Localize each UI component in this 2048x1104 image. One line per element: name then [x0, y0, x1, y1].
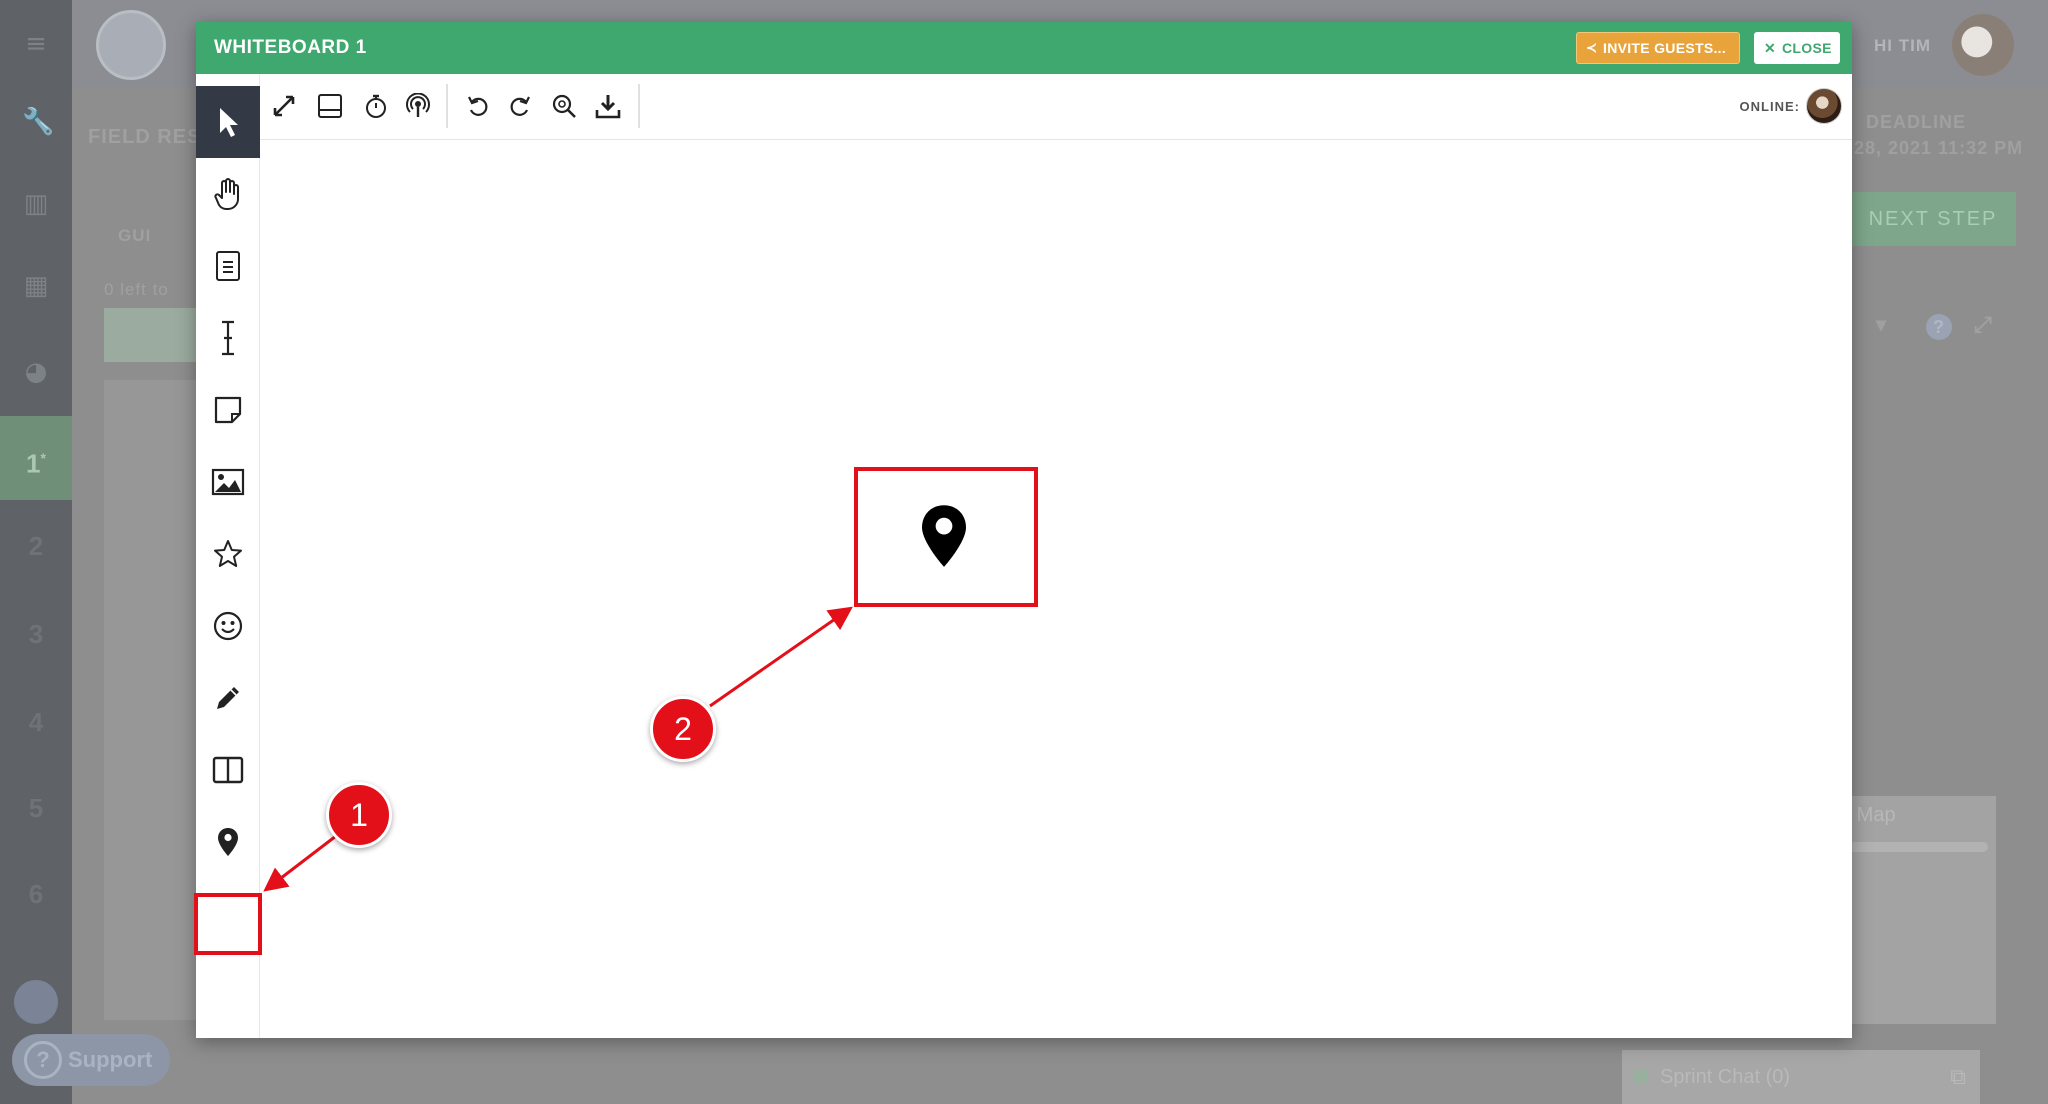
online-user-avatar[interactable]: [1806, 88, 1842, 124]
palette-icon[interactable]: ◕: [22, 358, 50, 386]
redo-icon[interactable]: [502, 88, 538, 124]
deadline-value: 28, 2021 11:32 PM: [1854, 138, 2024, 158]
step-4[interactable]: 4: [0, 680, 72, 764]
close-icon: ✕: [1764, 40, 1777, 56]
step-1[interactable]: 1*: [0, 416, 72, 500]
zoom-fit-icon[interactable]: [546, 88, 582, 124]
document-tool[interactable]: [196, 230, 260, 302]
tab-guide[interactable]: GUI: [118, 226, 151, 246]
undo-icon[interactable]: [460, 88, 496, 124]
image-icon: [211, 468, 245, 496]
panel-icon[interactable]: [312, 88, 348, 124]
support-button[interactable]: ? Support: [12, 1034, 170, 1086]
smiley-icon: [213, 611, 243, 641]
location-pin-tool[interactable]: [196, 806, 260, 878]
modal-header: WHITEBOARD 1 ≺ INVITE GUESTS... ✕ CLOSE: [196, 22, 1852, 74]
step-badge-1: 1: [326, 782, 392, 848]
map-card: e Map: [1830, 796, 1996, 1024]
sticky-note-tool[interactable]: [196, 374, 260, 446]
next-step-button[interactable]: NEXT STEP: [1850, 192, 2016, 246]
sticky-note-icon: [214, 396, 242, 424]
expand-icon[interactable]: ⤢: [1974, 312, 1993, 338]
app-logo[interactable]: [96, 10, 166, 80]
modal-title: WHITEBOARD 1: [214, 37, 367, 58]
board-icon[interactable]: ▦: [22, 272, 50, 300]
invite-guests-button[interactable]: ≺ INVITE GUESTS...: [1576, 32, 1740, 64]
progress-card: [104, 308, 204, 362]
pencil-icon: [217, 687, 239, 709]
map-card-progress: [1838, 842, 1988, 852]
sprint-chat-bar[interactable]: Sprint Chat (0) ⧉: [1622, 1050, 1980, 1104]
avatar[interactable]: [1952, 14, 2014, 76]
question-icon: ?: [24, 1041, 62, 1079]
document-icon: [216, 251, 240, 281]
pan-tool[interactable]: [196, 158, 260, 230]
greeting: HI TIM: [1874, 36, 1931, 55]
fullscreen-icon[interactable]: [266, 88, 302, 124]
columns-tool[interactable]: [196, 734, 260, 806]
highlight-location-tool: [194, 893, 262, 955]
select-tool[interactable]: [196, 86, 260, 158]
page-title: FIELD RES: [88, 126, 202, 148]
menu-icon[interactable]: ≡: [22, 30, 50, 58]
shape-tool[interactable]: [196, 518, 260, 590]
emoji-tool[interactable]: [196, 590, 260, 662]
wrench-icon[interactable]: 🔧: [22, 108, 54, 136]
broadcast-icon[interactable]: [400, 88, 436, 124]
whiteboard-toolbar: ONLINE:: [260, 74, 1852, 140]
toolbar-divider: [638, 84, 640, 128]
step-6[interactable]: 6: [0, 852, 72, 936]
online-label: ONLINE:: [1739, 99, 1800, 114]
app-sidebar: ≡ 🔧 ▥ ▦ ◕ 1* 2 3 4 5 6: [0, 0, 72, 1104]
highlight-placed-pin: [854, 467, 1038, 607]
dropdown-caret-icon[interactable]: ▾: [1876, 312, 1887, 337]
step-badge-2: 2: [650, 696, 716, 762]
location-pin-icon: [218, 828, 238, 856]
image-tool[interactable]: [196, 446, 260, 518]
star-icon: [214, 540, 242, 567]
chart-icon[interactable]: ▥: [22, 190, 50, 218]
close-button[interactable]: ✕ CLOSE: [1754, 32, 1840, 64]
chat-status-dot: [1634, 1070, 1648, 1084]
download-icon[interactable]: [590, 88, 626, 124]
popout-icon[interactable]: ⧉: [1950, 1050, 1966, 1104]
hand-icon: [214, 178, 239, 210]
timer-icon[interactable]: [358, 88, 394, 124]
text-cursor-icon: [222, 320, 234, 356]
brand-mini-icon: [14, 980, 58, 1024]
deadline-label: DEADLINE: [1866, 112, 1967, 132]
share-icon: ≺: [1586, 40, 1598, 55]
whiteboard-canvas[interactable]: [260, 140, 1852, 1038]
cursor-icon: [220, 108, 238, 137]
columns-icon: [212, 756, 244, 784]
content-panel: [104, 380, 204, 1020]
text-tool[interactable]: [196, 302, 260, 374]
step-5[interactable]: 5: [0, 766, 72, 850]
step-2[interactable]: 2: [0, 504, 72, 588]
pen-tool[interactable]: [196, 662, 260, 734]
toolbar-divider: [446, 84, 448, 128]
help-icon[interactable]: ?: [1926, 314, 1952, 340]
left-to-text: 0 left to: [104, 280, 169, 299]
step-3[interactable]: 3: [0, 592, 72, 676]
